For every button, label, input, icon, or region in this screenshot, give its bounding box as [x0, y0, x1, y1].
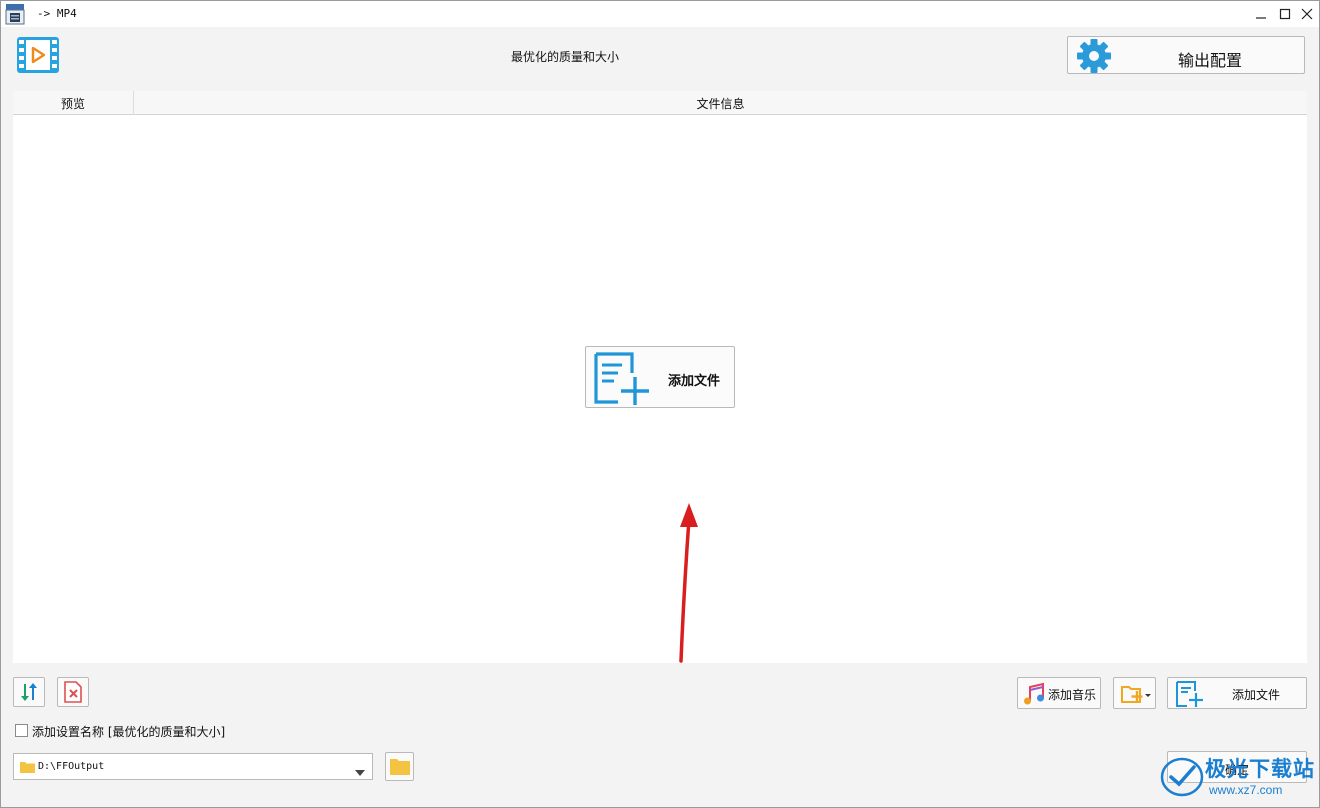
sort-arrows-icon	[21, 683, 37, 701]
maximize-icon	[1279, 8, 1291, 20]
delete-file-icon	[64, 681, 82, 703]
add-folder-icon	[1120, 683, 1152, 708]
output-settings-label: 输出配置	[1177, 51, 1242, 70]
app-window: -> MP4 最优化的质量和大小 输出配置 预览 文件信息 添加文件 添加音乐 …	[0, 0, 1320, 808]
watermark-logo-icon	[1160, 757, 1204, 797]
watermark: 极光下载站 www.xz7.com	[1157, 749, 1317, 805]
add-file-center-label: 添加文件	[668, 374, 721, 389]
folder-icon	[20, 761, 35, 776]
output-path-select[interactable]: D:\FFOutput	[13, 753, 373, 780]
add-file-center-button[interactable]: 添加文件	[585, 346, 735, 408]
red-arrow-annotation	[679, 503, 698, 663]
add-music-button[interactable]: 添加音乐	[1017, 677, 1101, 709]
column-preview[interactable]: 预览	[13, 91, 133, 115]
add-file-button[interactable]: 添加文件	[1167, 677, 1307, 709]
minimize-icon	[1256, 17, 1266, 19]
app-icon	[5, 3, 25, 25]
close-button[interactable]	[1293, 1, 1320, 27]
watermark-url: www.xz7.com	[1209, 783, 1283, 797]
preset-title: 最优化的质量和大小	[510, 50, 619, 64]
close-icon	[1301, 8, 1313, 20]
add-music-label: 添加音乐	[1048, 688, 1097, 702]
add-folder-button[interactable]	[1113, 677, 1156, 709]
remove-file-button[interactable]	[57, 677, 89, 707]
music-note-icon	[1021, 681, 1047, 710]
chevron-down-icon	[355, 765, 365, 779]
column-file-info[interactable]: 文件信息	[134, 91, 1307, 115]
add-file-icon	[592, 351, 652, 408]
title-bar: -> MP4	[1, 1, 1319, 27]
browse-folder-button[interactable]	[385, 752, 414, 781]
sort-button[interactable]	[13, 677, 45, 707]
output-settings-button[interactable]: 输出配置	[1067, 36, 1305, 74]
output-path-value: D:\FFOutput	[38, 761, 105, 772]
window-title: -> MP4	[37, 7, 77, 20]
folder-icon	[389, 759, 410, 775]
add-file-label: 添加文件	[1232, 688, 1281, 702]
watermark-brand: 极光下载站	[1205, 757, 1315, 781]
header: 最优化的质量和大小 输出配置	[1, 27, 1319, 89]
add-file-icon	[1174, 680, 1206, 711]
add-setting-name-checkbox[interactable]	[15, 724, 28, 737]
add-setting-name-label: 添加设置名称 [最优化的质量和大小]	[32, 725, 226, 739]
file-list-panel: 预览 文件信息 添加文件	[13, 91, 1307, 663]
